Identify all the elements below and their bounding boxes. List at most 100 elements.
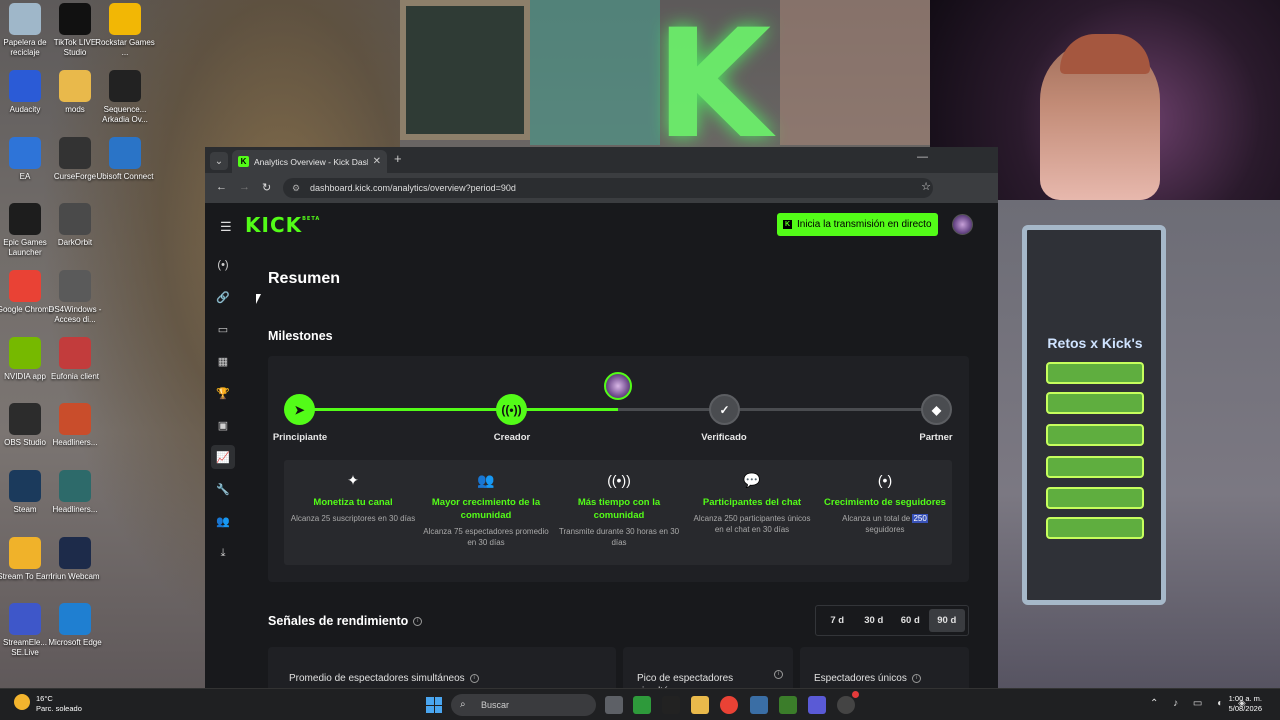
app-icon[interactable] xyxy=(808,696,826,714)
milestone-node: ✓ xyxy=(709,394,740,425)
info-icon[interactable]: i xyxy=(413,617,423,627)
goal-description: Alcanza 25 suscriptores en 30 días xyxy=(290,514,416,523)
file-explorer-icon[interactable] xyxy=(691,696,709,714)
tab-search-button[interactable]: ⌄ xyxy=(210,152,228,170)
wallpaper-panel xyxy=(780,0,930,145)
minecraft-icon[interactable] xyxy=(779,696,797,714)
temperature: 16°C xyxy=(36,694,53,703)
window-icon[interactable]: ▭ xyxy=(211,317,235,341)
performance-title: Señales de rendimiento i xyxy=(268,614,423,628)
search-icon: ⌕ xyxy=(460,699,466,710)
site-info-icon[interactable]: ⚙ xyxy=(292,178,300,198)
period-7d[interactable]: 7 d xyxy=(819,609,856,632)
card-title: Espectadores únicos i xyxy=(814,672,921,685)
kick-dashboard: ☰ KICKBETA K Inicia la transmisión en di… xyxy=(205,203,998,688)
headliners-icon xyxy=(59,403,91,435)
milestone-label: Principiante xyxy=(272,432,328,443)
stream-icon[interactable]: (•) xyxy=(211,253,235,277)
reload-icon[interactable]: ↻ xyxy=(262,181,271,194)
desktop-shortcut[interactable]: Iriun Webcam xyxy=(45,537,105,582)
desktop-shortcut[interactable]: Sequence... Arkadia Ov... xyxy=(95,70,155,125)
go-live-button[interactable]: K Inicia la transmisión en directo xyxy=(777,213,938,236)
avatar[interactable] xyxy=(952,214,973,235)
new-tab-button[interactable]: + xyxy=(394,151,402,166)
darkorbit-icon xyxy=(59,203,91,235)
period-90d[interactable]: 90 d xyxy=(928,609,965,632)
menu-icon[interactable]: ☰ xyxy=(220,219,232,235)
task-view-icon[interactable] xyxy=(605,696,623,714)
overlay-screen xyxy=(1022,225,1166,605)
address-bar[interactable]: ⚙ dashboard.kick.com/analytics/overview?… xyxy=(283,178,933,198)
ubisoft-icon xyxy=(109,137,141,169)
overlay-challenge xyxy=(1046,487,1144,509)
info-icon[interactable]: i xyxy=(774,670,783,679)
minimize-button[interactable]: — xyxy=(917,151,928,163)
users-icon[interactable]: 👥 xyxy=(211,509,235,533)
goal-description: Alcanza 250 participantes únicos en el c… xyxy=(693,514,811,534)
sequence-icon xyxy=(109,70,141,102)
desktop-shortcut[interactable]: DarkOrbit xyxy=(45,203,105,248)
taskbar-search[interactable]: ⌕ Buscar xyxy=(451,694,596,716)
info-icon[interactable]: i xyxy=(911,673,921,683)
goal-desc-text: Alcanza un total de xyxy=(842,514,913,523)
clock[interactable]: 1:00 a. m. 5/08/2026 xyxy=(1229,694,1262,714)
close-tab-icon[interactable]: ✕ xyxy=(373,156,381,167)
period-60d[interactable]: 60 d xyxy=(892,609,929,632)
desktop-shortcut[interactable]: Headliners... xyxy=(45,470,105,515)
desktop-shortcut-label: DS4Windows - Acceso di... xyxy=(48,305,102,324)
iriun-icon xyxy=(59,537,91,569)
desktop-shortcut[interactable]: Rockstar Games ... xyxy=(95,3,155,58)
ea-icon xyxy=(9,137,41,169)
url-text: dashboard.kick.com/analytics/overview?pe… xyxy=(310,183,516,193)
card-title: Promedio de espectadores simultáneos i xyxy=(289,672,479,685)
milestone-node: ➤ xyxy=(284,394,315,425)
desktop-shortcut[interactable]: DS4Windows - Acceso di... xyxy=(45,270,105,325)
rockstar-icon xyxy=(109,3,141,35)
logo-text: KICK xyxy=(245,213,303,237)
milestones-panel: ➤ ((•)) ✓ ◆ Principiante Creador Verific… xyxy=(268,356,969,582)
analytics-icon[interactable]: 📈 xyxy=(211,445,235,469)
back-icon[interactable]: ← xyxy=(216,181,227,193)
browser-tab[interactable]: K Analytics Overview - Kick Dashb ✕ xyxy=(232,150,387,173)
link-icon[interactable]: 🔗 xyxy=(211,285,235,309)
goal-item: 💬 Participantes del chat Alcanza 250 par… xyxy=(689,472,815,535)
obs-icon[interactable] xyxy=(837,696,855,714)
page-title: Resumen xyxy=(268,270,341,287)
nvidia-icon xyxy=(9,337,41,369)
goals-panel: ✦ Monetiza tu canal Alcanza 25 suscripto… xyxy=(284,460,952,565)
xbox-icon[interactable] xyxy=(633,696,651,714)
go-live-label: Inicia la transmisión en directo xyxy=(797,219,932,230)
trophy-icon[interactable]: 🏆 xyxy=(211,381,235,405)
wrench-icon[interactable]: 🔧 xyxy=(211,477,235,501)
desktop-shortcut[interactable]: Microsoft Edge xyxy=(45,603,105,648)
desktop-shortcut-label: Iriun Webcam xyxy=(50,572,100,581)
video-icon[interactable]: ▣ xyxy=(211,413,235,437)
goal-title: Más tiempo con la comunidad xyxy=(577,497,661,521)
desktop-shortcut-label: Ubisoft Connect xyxy=(96,172,154,181)
period-30d[interactable]: 30 d xyxy=(856,609,893,632)
tab-strip: ⌄ K Analytics Overview - Kick Dashb ✕ + … xyxy=(205,147,998,173)
desktop-shortcut[interactable]: Ubisoft Connect xyxy=(95,137,155,182)
chrome-icon[interactable] xyxy=(720,696,738,714)
forward-icon[interactable]: → xyxy=(239,181,250,193)
app-icon[interactable] xyxy=(750,696,768,714)
chart-icon[interactable]: ▦ xyxy=(211,349,235,373)
overlay-challenge xyxy=(1046,362,1144,384)
bookmark-star-icon[interactable]: ☆ xyxy=(921,180,931,193)
windows-start-icon[interactable] xyxy=(426,697,442,713)
period-selector: 7 d 30 d 60 d 90 d xyxy=(815,605,969,636)
weather-text: Parc. soleado xyxy=(36,704,82,713)
desktop-shortcut[interactable]: Eufonia client xyxy=(45,337,105,382)
kick-logo[interactable]: KICKBETA xyxy=(245,213,320,237)
sidebar: (•) 🔗 ▭ ▦ 🏆 ▣ 📈 🔧 👥 ⤓ xyxy=(205,247,241,688)
info-icon[interactable]: i xyxy=(469,673,479,683)
goal-title: Participantes del chat xyxy=(702,497,802,508)
progress-track-remaining xyxy=(618,408,936,411)
chrome-icon xyxy=(9,270,41,302)
desktop-shortcut-label: Eufonia client xyxy=(50,372,100,381)
download-icon[interactable]: ⤓ xyxy=(211,541,235,565)
ds4windows-icon xyxy=(59,270,91,302)
app-icon[interactable] xyxy=(662,696,680,714)
weather-widget[interactable]: 16°C Parc. soleado xyxy=(14,694,82,714)
desktop-shortcut[interactable]: Headliners... xyxy=(45,403,105,448)
